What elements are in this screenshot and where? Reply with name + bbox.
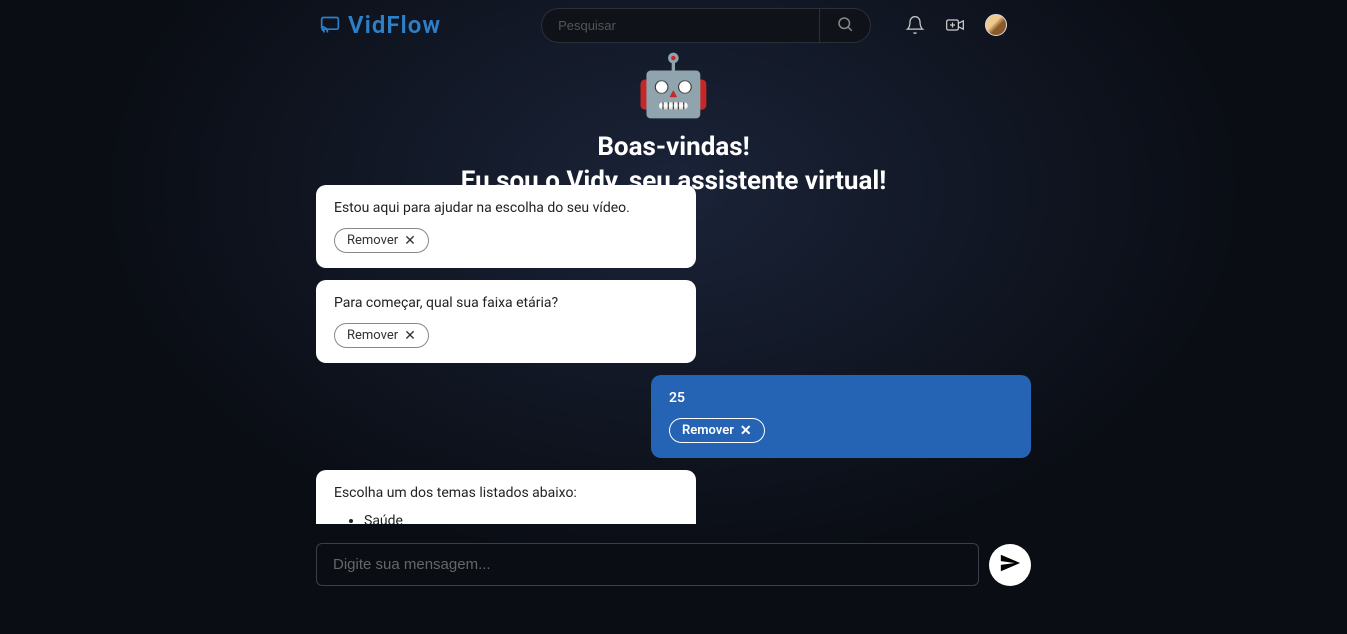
message-input[interactable] [316,543,979,586]
bot-message: Estou aqui para ajudar na escolha do seu… [316,185,696,268]
notification-icon[interactable] [905,15,925,35]
welcome-section: 🤖 Boas-vindas! Eu sou o Vidy, seu assist… [0,50,1347,199]
remove-label: Remover [682,423,734,438]
search-input[interactable] [541,8,820,43]
close-icon: ✕ [404,234,416,248]
cast-icon [320,15,340,35]
list-item: Saúde [364,513,678,524]
video-upload-icon[interactable] [945,15,965,35]
remove-label: Remover [347,328,398,343]
avatar[interactable] [985,14,1007,36]
search-button[interactable] [820,8,871,43]
logo[interactable]: VidFlow [320,11,441,39]
user-message: 25 Remover ✕ [651,375,1031,458]
close-icon: ✕ [740,424,752,438]
chat-area: Estou aqui para ajudar na escolha do seu… [316,185,1031,524]
close-icon: ✕ [404,329,416,343]
robot-icon: 🤖 [0,50,1347,121]
send-icon [999,552,1021,577]
input-bar [316,543,1031,586]
bot-message: Escolha um dos temas listados abaixo: Sa… [316,470,696,524]
message-text: Escolha um dos temas listados abaixo: [334,485,678,501]
topic-list: Saúde Viagem Economia Alimentação [334,513,678,524]
message-text: Para começar, qual sua faixa etária? [334,295,678,311]
message-text: Estou aqui para ajudar na escolha do seu… [334,200,678,216]
remove-button[interactable]: Remover ✕ [334,323,429,348]
welcome-line1: Boas-vindas! [0,131,1347,165]
header-icons [905,14,1007,36]
send-button[interactable] [989,544,1031,586]
remove-button[interactable]: Remover ✕ [334,228,429,253]
search-icon [836,15,854,36]
search-container [541,8,871,43]
header: VidFlow [0,0,1347,50]
bot-message: Para começar, qual sua faixa etária? Rem… [316,280,696,363]
message-text: 25 [669,390,1013,406]
remove-label: Remover [347,233,398,248]
logo-text: VidFlow [348,11,441,39]
remove-button[interactable]: Remover ✕ [669,418,765,443]
